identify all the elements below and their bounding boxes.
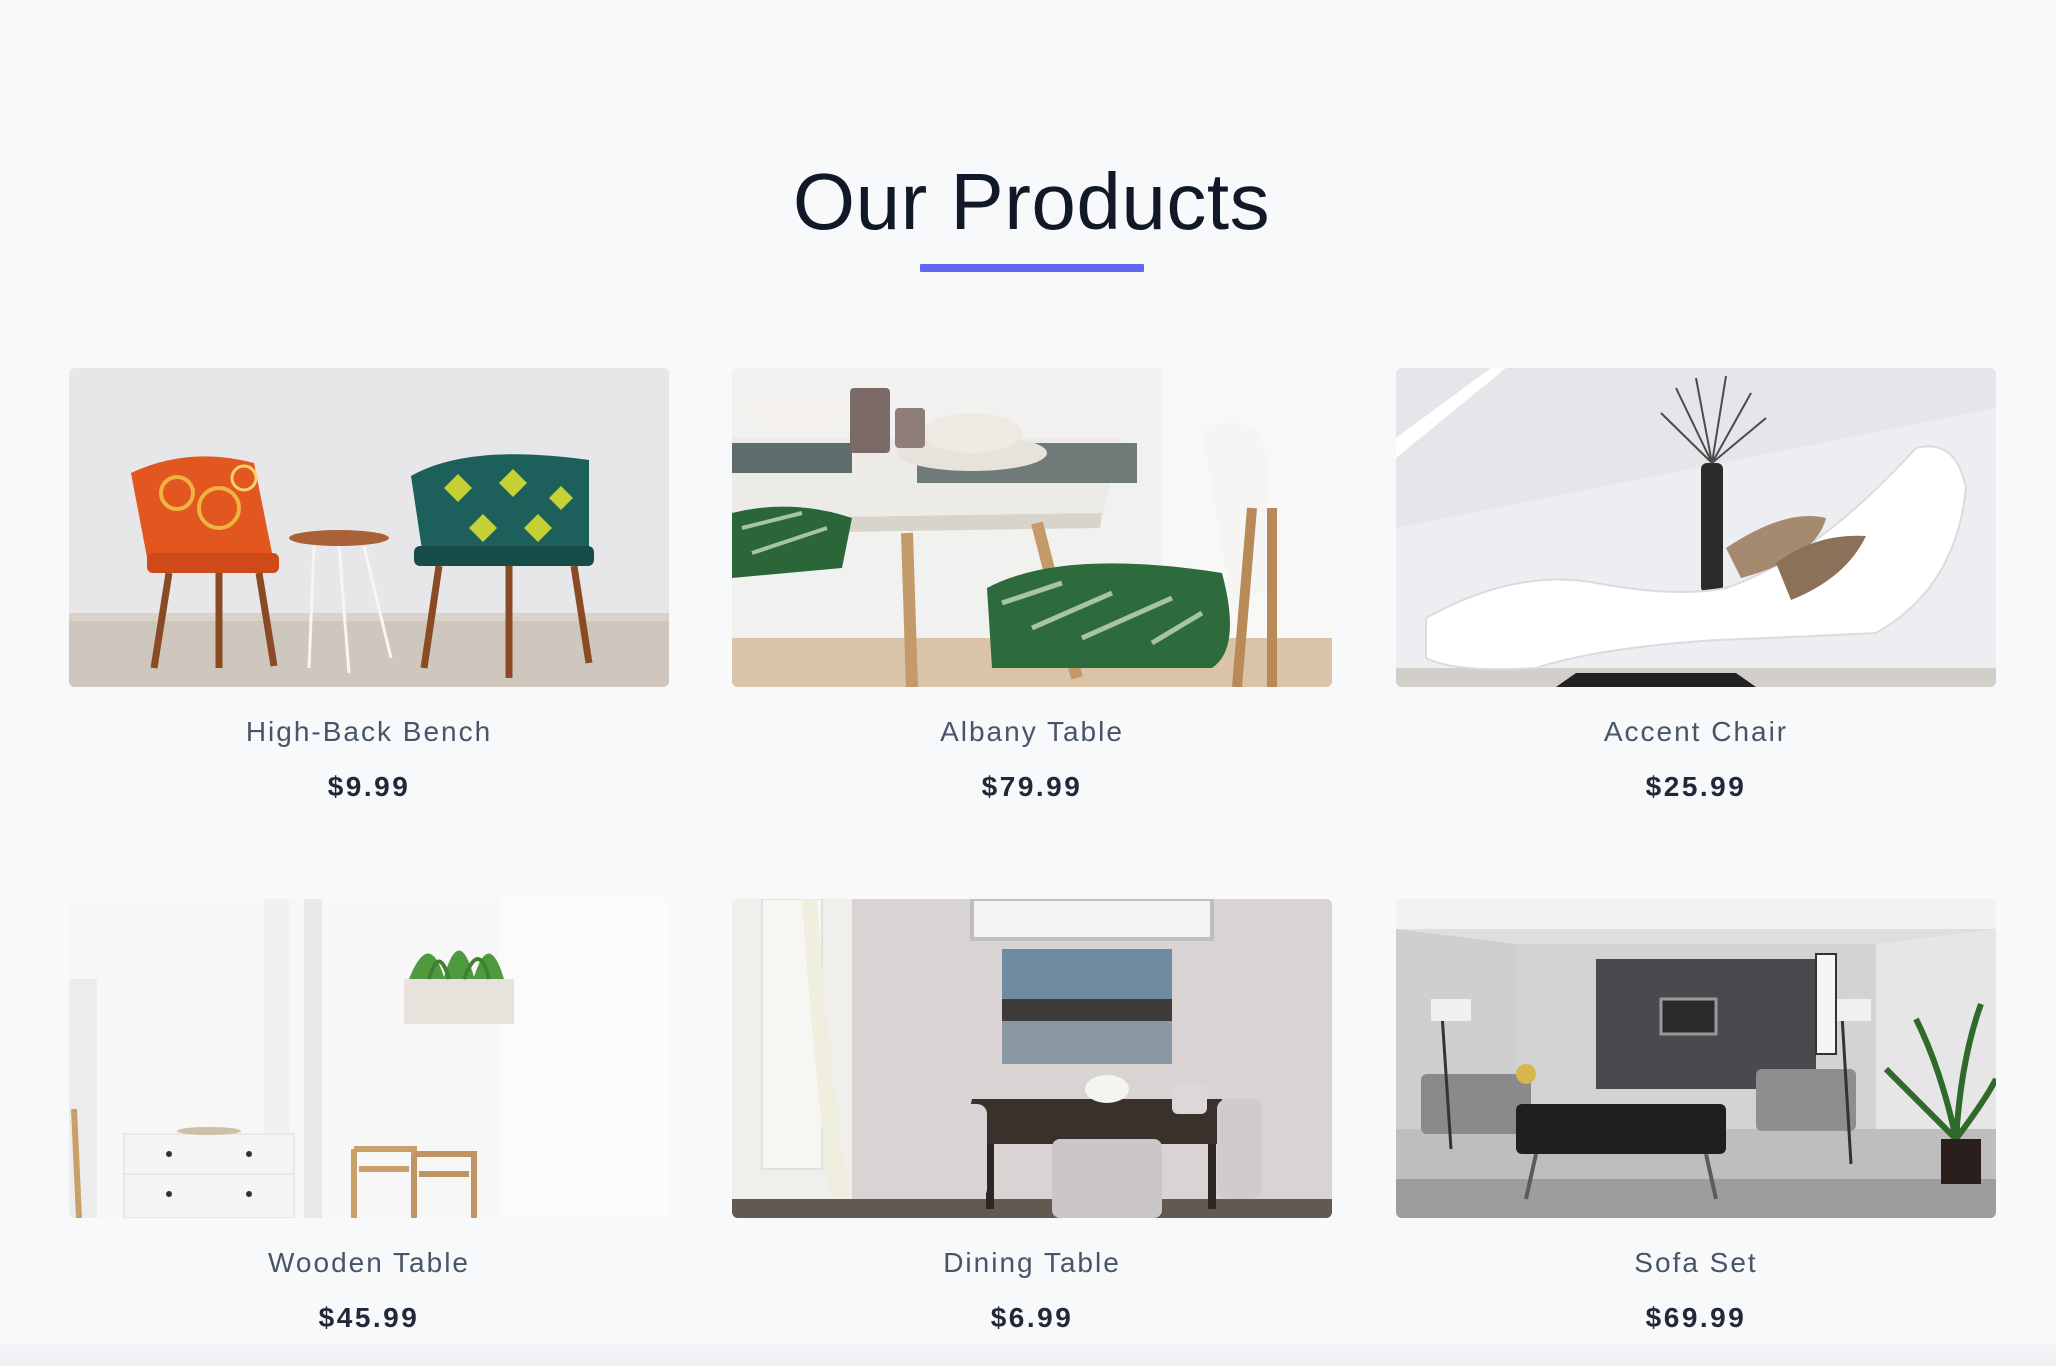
product-card: Dining Table $6.99 [732,899,1332,1366]
product-image-albany-table[interactable] [732,368,1332,687]
product-price: $6.99 [990,1302,1074,1333]
product-image-high-back-bench[interactable] [69,368,669,687]
dining-room-image [732,899,1332,1218]
product-price: $25.99 [1645,771,1747,802]
product-image-dining-table[interactable] [732,899,1332,1218]
product-card: Wooden Table $45.99 [69,899,669,1366]
section-title: Our Products [792,157,1271,246]
product-price: $9.99 [327,771,411,802]
patterned-chairs-image [69,368,669,687]
living-room-image [1396,899,1996,1218]
product-price: $45.99 [318,1302,420,1333]
product-name[interactable]: Dining Table [732,1245,1332,1281]
product-price: $79.99 [981,771,1083,802]
product-card: Accent Chair $25.99 [1396,368,1996,848]
product-price: $69.99 [1645,1302,1747,1333]
product-image-accent-chair[interactable] [1396,368,1996,687]
dining-table-image [732,368,1332,687]
product-name[interactable]: High-Back Bench [69,714,669,750]
product-image-wooden-table[interactable] [69,899,669,1218]
product-card: Albany Table $79.99 [732,368,1332,848]
products-page: Our Products High-Back Bench $9.99 Alban… [0,0,2056,1366]
product-card: High-Back Bench $9.99 [69,368,669,848]
white-room-image [69,899,669,1218]
product-name[interactable]: Wooden Table [69,1245,669,1281]
product-name[interactable]: Sofa Set [1396,1245,1996,1281]
product-image-sofa-set[interactable] [1396,899,1996,1218]
bottom-shadow [0,1338,2056,1366]
white-lounge-chair-image [1396,368,1996,687]
product-name[interactable]: Albany Table [732,714,1332,750]
product-name[interactable]: Accent Chair [1396,714,1996,750]
title-underline [920,264,1144,272]
product-card: Sofa Set $69.99 [1396,899,1996,1366]
